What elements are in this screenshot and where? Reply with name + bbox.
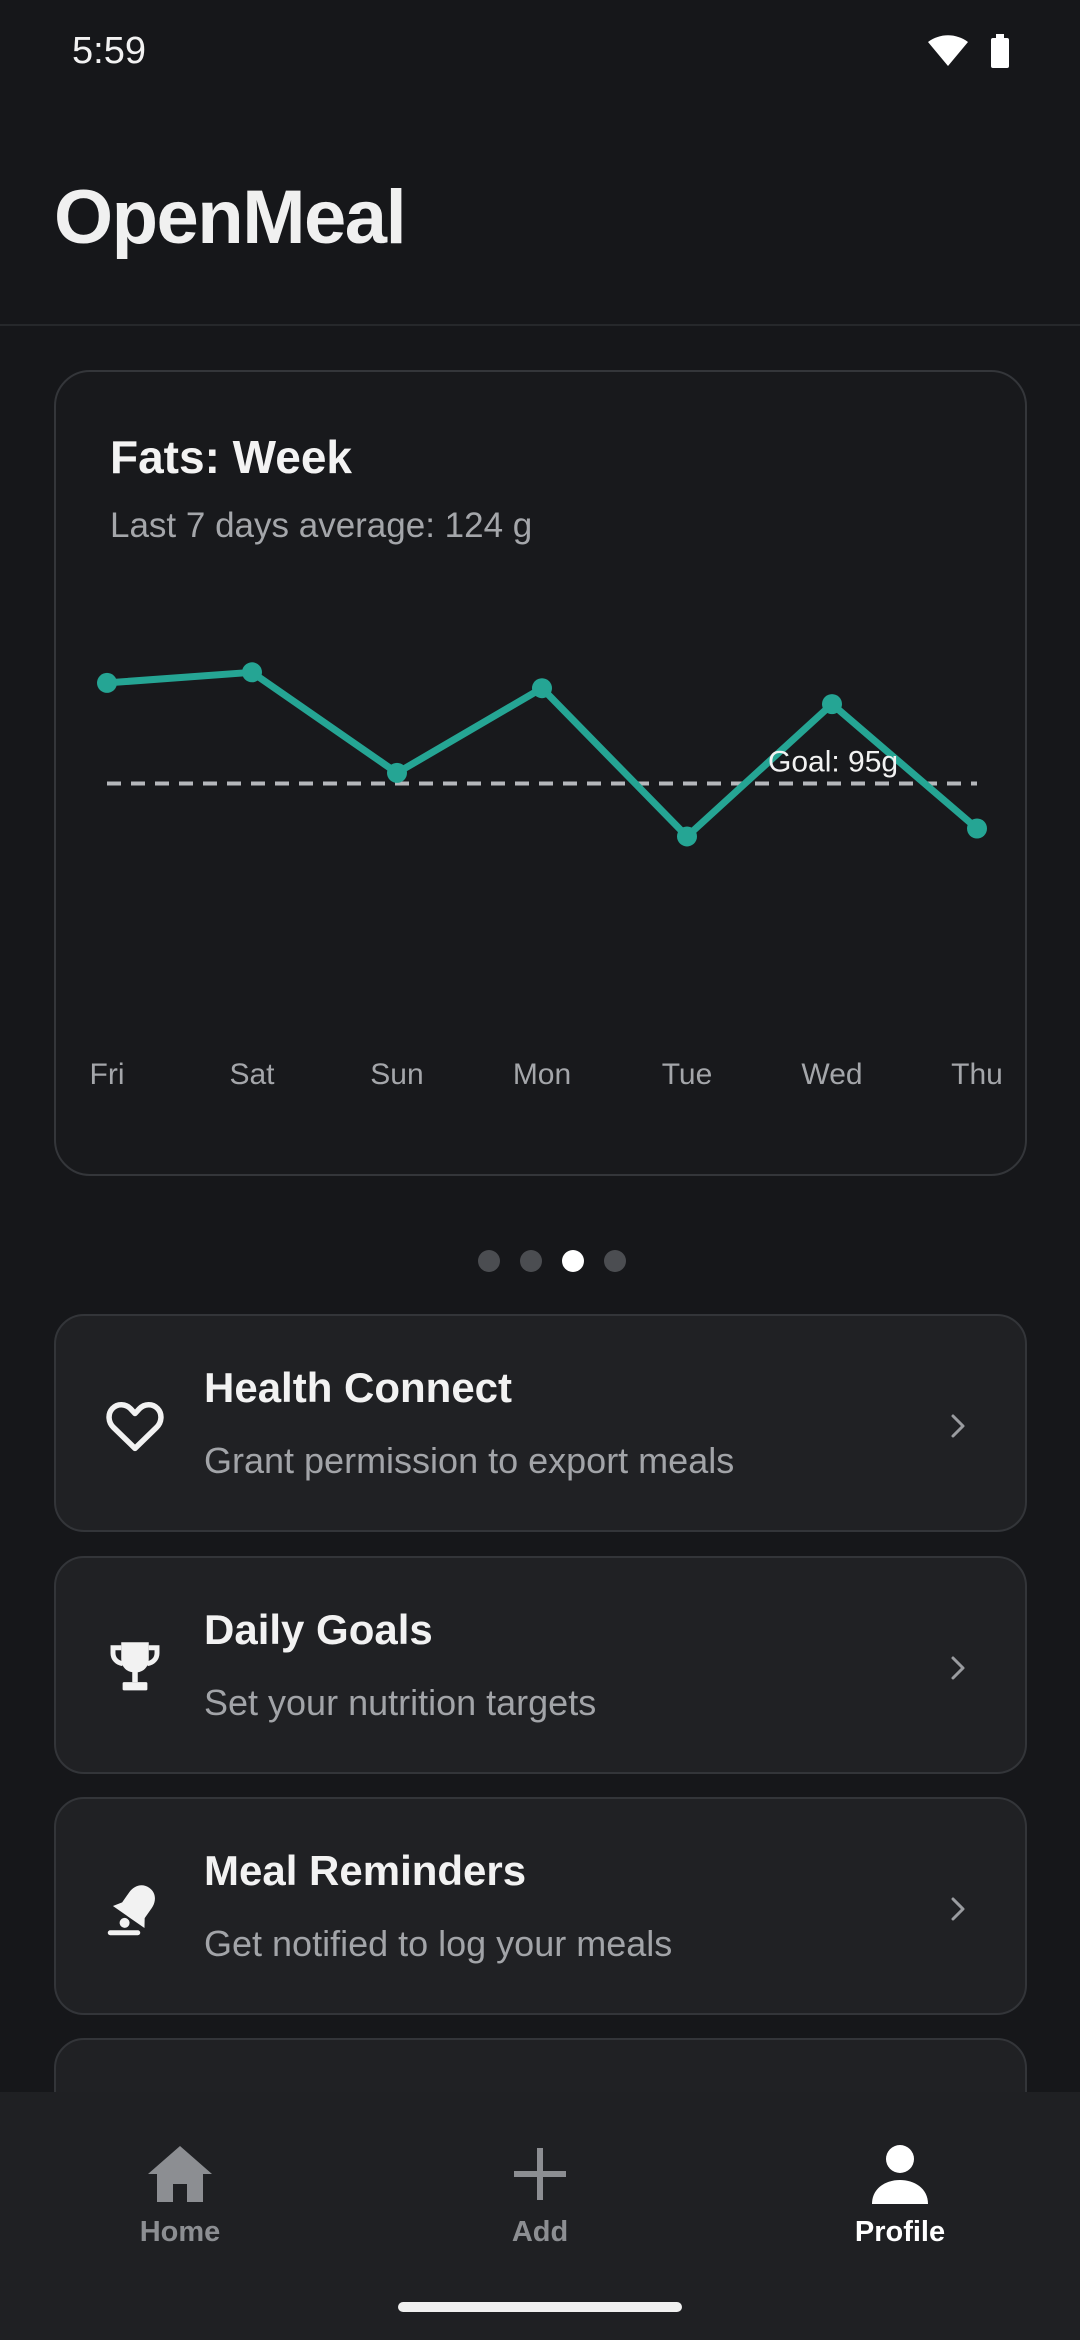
pager-dot[interactable] [520, 1250, 542, 1272]
data-point-wed [822, 694, 842, 715]
data-point-tue [677, 826, 697, 847]
data-point-fri [97, 672, 117, 693]
battery-icon [991, 34, 1009, 68]
wifi-icon [928, 35, 968, 66]
status-time: 5:59 [72, 30, 146, 72]
app-header: OpenMeal [0, 108, 1080, 326]
daily-goals-card[interactable]: Daily Goals Set your nutrition targets [54, 1556, 1027, 1774]
menu-item-title: Meal Reminders [204, 1847, 527, 1894]
menu-item-title: Daily Goals [204, 1606, 433, 1653]
status-icons [928, 34, 1010, 68]
nav-label: Add [511, 2216, 569, 2248]
fats-week-chart-card[interactable]: Fats: Week Last 7 days average: 124 g Go… [54, 370, 1027, 1176]
x-tick-label: Sun [370, 1058, 423, 1091]
x-tick-label: Tue [662, 1058, 713, 1091]
menu-item-subtitle: Set your nutrition targets [204, 1682, 597, 1723]
x-tick-label: Mon [513, 1058, 571, 1091]
nav-label: Profile [854, 2216, 946, 2248]
menu-item-subtitle: Grant permission to export meals [204, 1440, 735, 1481]
plus-icon [514, 2148, 566, 2200]
nav-profile[interactable]: Profile [780, 2142, 1020, 2262]
meal-reminders-card[interactable]: Meal Reminders Get notified to log your … [54, 1797, 1027, 2015]
chevron-right-icon [951, 1656, 965, 1680]
trophy-icon [110, 1642, 160, 1691]
goal-label: Goal: 95g [768, 746, 898, 779]
status-bar: 5:59 [0, 0, 1080, 108]
person-icon [872, 2145, 928, 2204]
fats-line-chart: Goal: 95g Fri Sat Sun Mon Tue Wed Thu [90, 662, 1003, 1091]
x-tick-label: Fri [90, 1058, 125, 1091]
nav-label: Home [139, 2216, 221, 2248]
heart-icon [106, 1401, 164, 1452]
nav-home[interactable]: Home [60, 2142, 300, 2262]
data-point-mon [532, 678, 552, 699]
data-point-sat [242, 662, 262, 683]
nav-add[interactable]: Add [420, 2142, 660, 2262]
pager-dot-active[interactable] [562, 1250, 584, 1272]
chevron-right-icon [951, 1414, 965, 1438]
chevron-right-icon [951, 1897, 965, 1921]
x-tick-label: Thu [951, 1058, 1003, 1091]
x-tick-label: Wed [801, 1058, 862, 1091]
page-title: OpenMeal [54, 175, 407, 260]
pager-dot[interactable] [478, 1250, 500, 1272]
home-icon [148, 2146, 212, 2202]
chart-pager [0, 1246, 1080, 1276]
menu-item-title: Health Connect [204, 1364, 513, 1411]
data-point-thu [967, 818, 987, 839]
pager-dot[interactable] [604, 1250, 626, 1272]
health-connect-card[interactable]: Health Connect Grant permission to expor… [54, 1314, 1027, 1532]
data-point-sun [387, 762, 407, 783]
x-tick-label: Sat [229, 1058, 275, 1091]
notification-bell-icon [107, 1885, 155, 1936]
menu-item-subtitle: Get notified to log your meals [204, 1923, 673, 1964]
home-indicator [398, 2302, 682, 2312]
